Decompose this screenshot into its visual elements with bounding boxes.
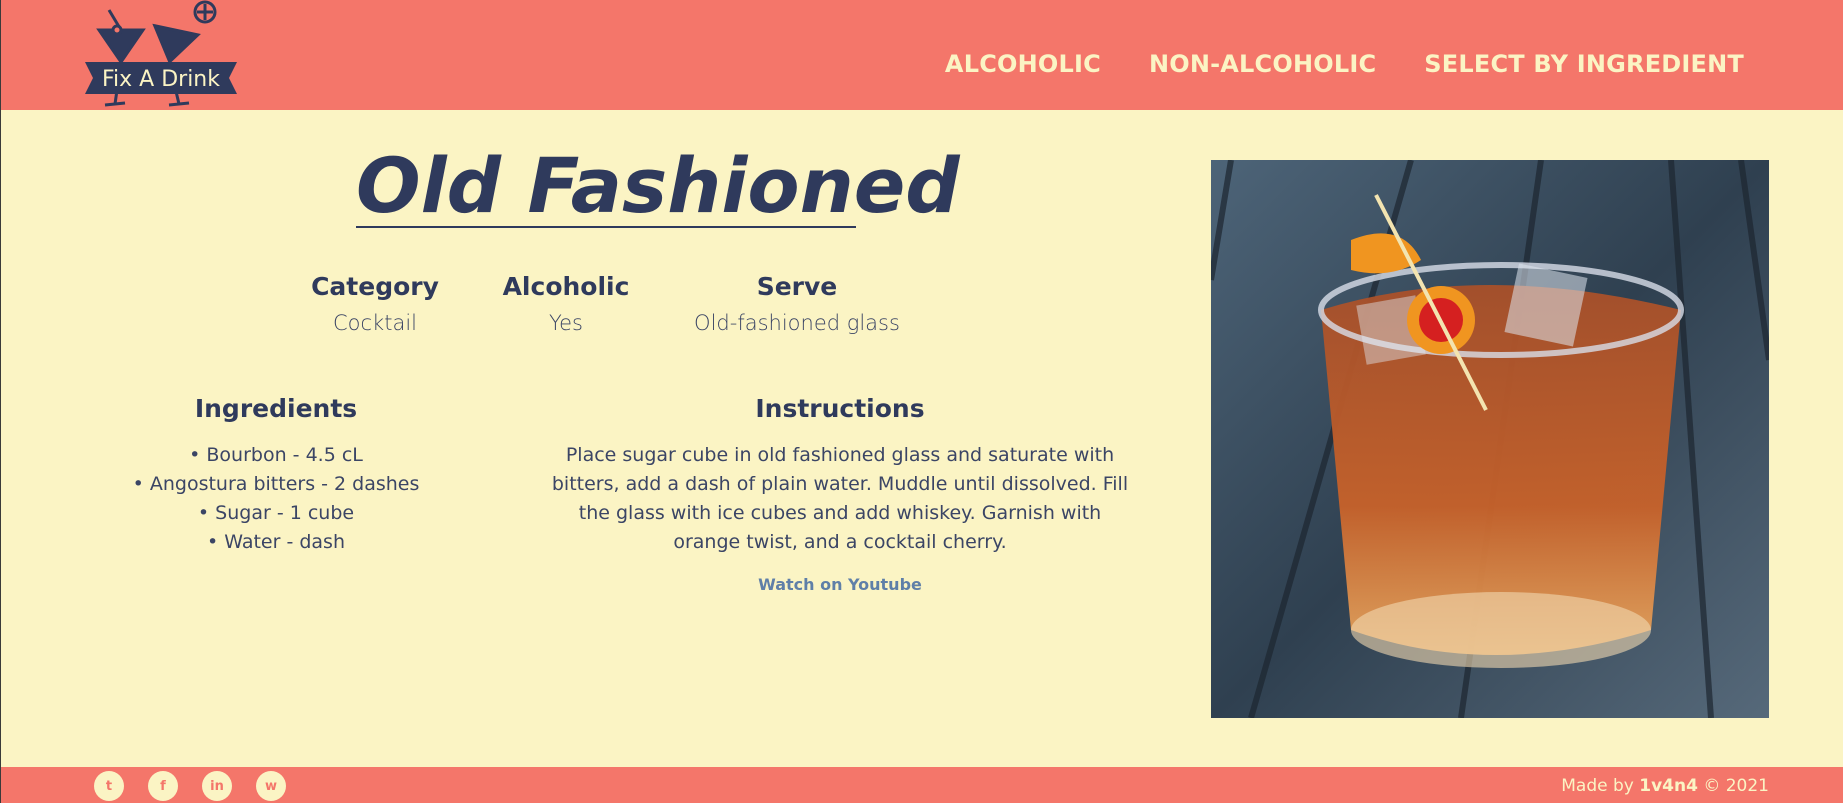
old-fashioned-glass-image bbox=[1211, 160, 1769, 718]
meta-alcoholic-value: Yes bbox=[549, 311, 583, 335]
footer-credit: Made by 1v4n4 © 2021 bbox=[1561, 776, 1769, 796]
meta-serve-heading: Serve bbox=[756, 272, 838, 301]
meta-serve-value: Old-fashioned glass bbox=[694, 311, 900, 335]
linkedin-icon[interactable]: in bbox=[202, 771, 232, 801]
whatsapp-icon[interactable]: w bbox=[256, 771, 286, 801]
ingredients-heading: Ingredients bbox=[194, 394, 358, 423]
title-underline bbox=[356, 226, 856, 228]
ingredient-item: Sugar - 1 cube bbox=[131, 499, 421, 528]
ingredient-item: Angostura bitters - 2 dashes bbox=[131, 470, 421, 499]
credit-suffix: © 2021 bbox=[1697, 776, 1769, 796]
facebook-icon[interactable]: f bbox=[148, 771, 178, 801]
nav-non-alcoholic[interactable]: NON-ALCOHOLIC bbox=[1149, 50, 1376, 78]
ingredients-list: Bourbon - 4.5 cL Angostura bitters - 2 d… bbox=[131, 441, 421, 557]
ingredients-section: Ingredients Bourbon - 4.5 cL Angostura b… bbox=[131, 394, 421, 557]
drink-photo bbox=[1211, 160, 1769, 718]
brand-logo[interactable]: Fix A Drink bbox=[81, 0, 241, 110]
brand-name: Fix A Drink bbox=[101, 67, 220, 92]
meta-category-heading: Category bbox=[311, 272, 439, 301]
site-footer: t f in w Made by 1v4n4 © 2021 bbox=[1, 767, 1843, 803]
credit-prefix: Made by bbox=[1561, 776, 1640, 796]
drink-title: Old Fashioned bbox=[356, 141, 960, 230]
credit-author[interactable]: 1v4n4 bbox=[1639, 776, 1698, 796]
main-nav: ALCOHOLIC NON-ALCOHOLIC SELECT BY INGRED… bbox=[945, 50, 1744, 78]
instructions-text: Place sugar cube in old fashioned glass … bbox=[551, 444, 1129, 553]
youtube-link[interactable]: Watch on Youtube bbox=[758, 575, 922, 594]
instructions-heading: Instructions bbox=[755, 394, 925, 423]
meta-category-value: Cocktail bbox=[333, 311, 417, 335]
site-header: Fix A Drink ALCOHOLIC NON-ALCOHOLIC SELE… bbox=[1, 0, 1843, 110]
meta-category: Category Cocktail bbox=[301, 272, 449, 335]
meta-alcoholic-heading: Alcoholic bbox=[502, 272, 630, 301]
nav-alcoholic[interactable]: ALCOHOLIC bbox=[945, 50, 1101, 78]
meta-serve: Serve Old-fashioned glass bbox=[681, 272, 913, 335]
ingredient-item: Bourbon - 4.5 cL bbox=[131, 441, 421, 470]
twitter-icon[interactable]: t bbox=[94, 771, 124, 801]
instructions-section: Instructions Place sugar cube in old fas… bbox=[545, 394, 1135, 595]
nav-select-by-ingredient[interactable]: SELECT BY INGREDIENT bbox=[1424, 50, 1744, 78]
meta-alcoholic: Alcoholic Yes bbox=[501, 272, 631, 335]
ingredient-item: Water - dash bbox=[131, 528, 421, 557]
social-links: t f in w bbox=[94, 771, 286, 801]
